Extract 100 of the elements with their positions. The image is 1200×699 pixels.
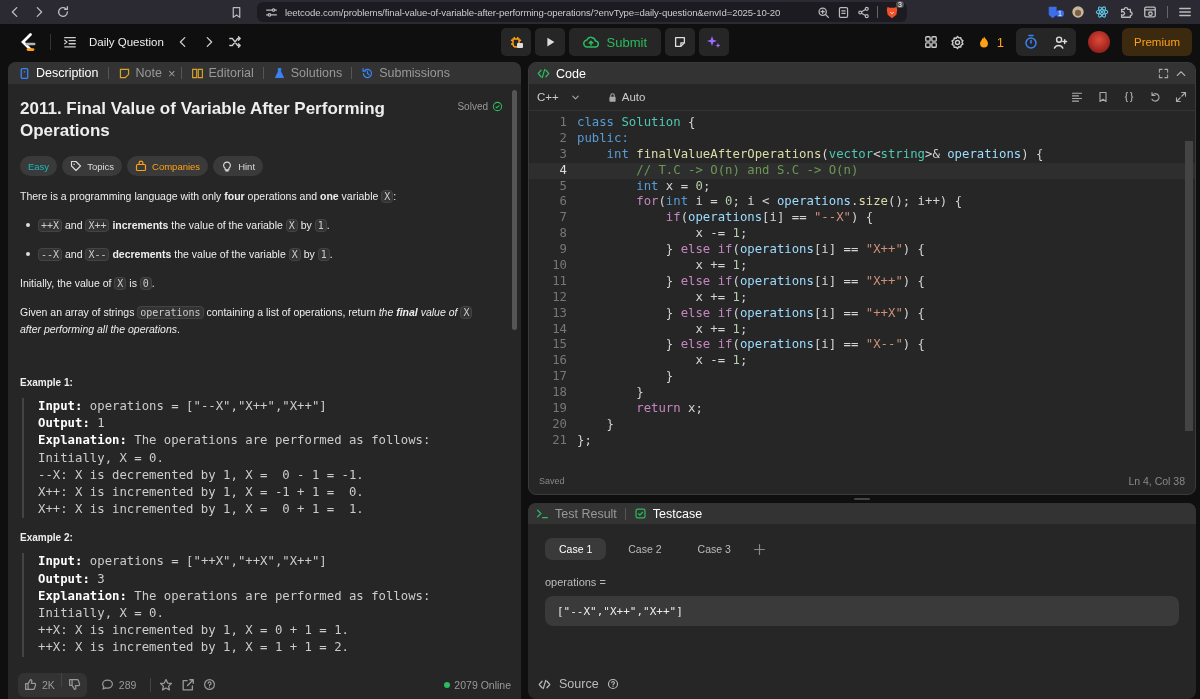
add-case-icon[interactable] [752,542,766,556]
comments-button[interactable]: 289 [94,678,143,691]
example-line: ++X: X is incremented by 1, X = 1 + 1 = 2. [38,639,350,657]
note-icon [117,66,131,80]
atom-icon[interactable] [1095,5,1109,19]
case-tab[interactable]: Case 1 [545,538,607,560]
close-icon[interactable]: × [167,65,176,81]
share-icon[interactable] [857,5,870,19]
site-settings-icon[interactable] [265,5,278,19]
solved-status: Solved [457,101,503,112]
panel-tab[interactable]: Description [14,62,103,84]
code-line: } else if(operations[i] == "++X") { [664,305,925,322]
scrollbar[interactable] [512,90,517,330]
code-line: // T.C -> O(n) and S.C -> O(n) [635,162,859,179]
check-circle-icon [492,101,503,112]
ai-button[interactable] [699,28,729,56]
panel-tab[interactable]: Editorial [186,62,258,84]
stopwatch-icon [1022,34,1039,50]
shuffle-icon[interactable] [227,35,242,49]
help-icon[interactable] [606,678,619,690]
history-icon [361,66,375,80]
resize-handle[interactable] [854,498,870,500]
thumbs-down-icon [67,678,81,691]
fullscreen-icon[interactable] [1158,68,1169,79]
description-paragraph: Given an array of strings operations containing a list of operations, return the final value of X after performing all the operations. [20,304,481,337]
example-line: X++: X is incremented by 1, X = -1 + 1 = 0. [38,484,365,501]
tag-button[interactable]: Companies [127,156,209,176]
comment-icon [100,678,114,691]
book-icon [190,66,204,80]
mascot-icon[interactable] [1071,5,1085,19]
example-line: --X: X is decremented by 1, X = 0 - 1 = -1. [38,466,365,484]
example-line: Output: 1 [38,415,106,433]
line-number: 8 [558,226,568,243]
code-line: x += 1; [694,258,748,274]
problem-list-icon[interactable] [63,35,77,49]
code-line: } else if(operations[i] == "X--") { [664,337,925,354]
reader-icon[interactable] [837,5,850,19]
avatar[interactable] [1087,31,1110,53]
line-number: 10 [551,258,568,274]
scrollbar[interactable] [1185,141,1193,431]
code-line: }; [577,432,592,449]
description-paragraph: There is a programming language with only four operations and one variable X : [20,189,398,205]
example-line: Output: 3 [38,570,106,588]
help-icon[interactable] [203,678,217,691]
panel-tab[interactable]: Testcase [633,506,703,521]
star-icon[interactable] [159,677,174,692]
notes-button[interactable] [665,28,695,56]
case-tab[interactable]: Case 2 [614,538,676,560]
submit-button[interactable]: Submit [568,28,661,56]
format-icon[interactable] [1071,91,1083,103]
lion-icon[interactable] [885,5,899,19]
testcase-input[interactable]: ["--X","X++","X++"] [545,596,1179,626]
source-link[interactable]: Source [559,677,599,691]
panel-tab[interactable]: Test Result [536,506,617,521]
reset-icon[interactable] [1149,91,1161,103]
language-dropdown[interactable]: C++ [537,91,581,103]
line-number: 2 [558,130,568,147]
online-count: 2079 Online [444,678,511,691]
debug-button[interactable] [500,28,531,56]
lightbulb-icon [221,160,234,172]
settings-icon[interactable] [949,34,965,50]
bookmark-icon[interactable] [230,5,243,19]
difficulty-badge[interactable]: Easy [20,156,58,176]
extensions-icon[interactable] [1119,5,1133,19]
code-line: } else if(operations[i] == "X++") { [664,242,925,258]
window-icon[interactable] [1143,5,1157,19]
reload-icon[interactable] [56,5,70,19]
zoom-icon[interactable] [817,5,830,19]
thumbs-up-icon [24,678,37,691]
panel-tab[interactable]: Note [113,62,166,84]
premium-button[interactable]: Premium [1121,28,1192,56]
line-number: 4 [558,162,568,179]
auto-mode-label[interactable]: Auto [598,91,646,103]
bullet-dot [26,223,30,227]
streak-counter[interactable]: 1 [976,34,1004,50]
example-line: Explanation: The operations are performed as follows: [38,432,432,450]
case-tab[interactable]: Case 3 [683,538,745,560]
bookmark-icon[interactable] [1097,91,1109,103]
expand-icon[interactable] [1175,91,1187,103]
example-line: Initially, X = 0. [38,449,165,467]
grid-icon[interactable] [923,35,938,49]
menu-icon[interactable] [1178,5,1192,19]
panel-tab[interactable]: Solutions [268,62,347,84]
panel-tab[interactable]: Submissions [357,62,454,84]
line-number: 15 [551,337,568,354]
daily-question-link[interactable]: Daily Question [89,36,164,48]
parameter-label: operations = [544,575,607,590]
run-button[interactable] [534,28,565,56]
document-icon [18,66,31,80]
share-link-icon[interactable] [181,677,196,692]
braces-icon[interactable] [1123,91,1135,103]
lock-icon [606,91,618,103]
code-line: x += 1; [694,321,748,338]
url-text[interactable]: leetcode.com/problems/final-value-of-variable-after-performing-operations/?envType=daily-question&envId=2025-10-20 [285,6,810,18]
tag-button[interactable]: Topics [62,156,123,176]
code-icon [537,67,550,80]
line-number: 13 [551,305,568,322]
code-line: x -= 1; [694,353,748,370]
example-line: ++X: X is incremented by 1, X = 0 + 1 = 1. [38,622,350,640]
tag-button[interactable]: Hint [213,156,264,176]
